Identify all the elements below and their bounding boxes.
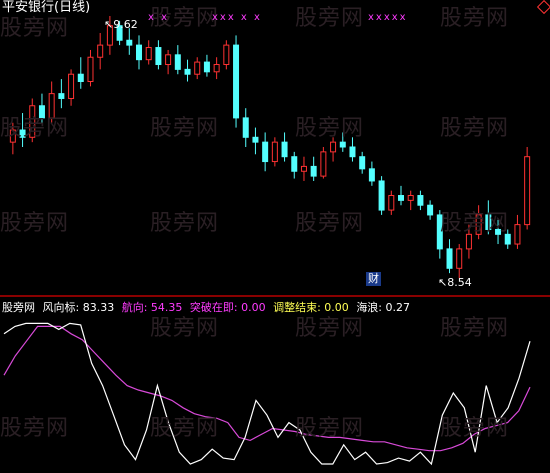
candle-body [242,117,249,138]
finance-icon[interactable]: 财 [366,272,381,286]
candle-body [320,151,327,177]
candlestick-chart [9,16,531,278]
legend-item: 航向: 54.35 [121,301,183,314]
candle-body [281,141,288,158]
candle-body [330,141,337,153]
signal-marks: xxxxx [368,12,408,23]
candle-body [310,165,317,177]
wave-line [3,322,531,466]
candle-body [165,54,172,66]
candle-body [300,165,307,172]
chart-title: 平安银行(日线) [2,0,91,15]
candle-body [87,56,94,82]
candle-body [194,61,201,75]
candle-body [427,204,434,216]
candle-body [524,156,531,226]
candle-body [368,168,375,182]
signal-marks: x x [148,12,170,23]
candle-body [233,44,240,119]
candle-body [436,214,443,250]
candle-body [514,224,521,245]
candle-body [465,233,472,250]
wind-vane-line [3,325,531,452]
legend-item: 股旁网 [2,301,35,314]
candle-body [126,39,133,46]
indicator-pane[interactable] [0,297,550,473]
candle-body [213,64,220,73]
candle-body [38,105,45,119]
candle-body [446,248,453,269]
candle-body [203,61,210,73]
candle-body [407,195,414,201]
candle-body [456,248,463,269]
candle-body [29,105,36,138]
low-price-label: ↖8.54 [438,276,472,289]
legend-item: 风向标: 83.33 [42,301,115,314]
high-price-label: ↖9.62 [104,18,138,31]
signal-marks: xxx x x [212,12,262,23]
candle-body [398,195,404,201]
candle-body [97,44,104,58]
legend-item: 调整结束: 0.00 [273,301,349,314]
candle-body [359,156,366,170]
candle-body [136,44,142,61]
candle-body [184,68,191,75]
price-chart-pane[interactable] [0,0,550,295]
indicator-chart [3,322,531,466]
candle-body [291,156,298,172]
candle-body [262,141,269,163]
arrow-icon: ↖ [104,18,114,31]
candle-body [252,136,259,143]
candle-body [495,228,502,235]
candle-body [77,73,84,82]
candle-body [349,146,356,158]
legend-item: 海浪: 0.27 [356,301,411,314]
arrow-icon: ↖ [438,276,448,289]
candle-body [58,93,65,99]
legend-item: 突破在即: 0.00 [189,301,266,314]
candle-body [19,129,26,138]
candle-body [388,195,395,211]
candle-body [475,214,482,235]
candle-body [339,141,346,148]
candle-body [485,214,492,230]
candle-body [9,129,16,143]
candle-body [68,73,75,99]
candle-body [223,44,230,66]
candle-body [145,47,152,61]
candle-body [48,93,55,119]
indicator-legend: 股旁网 风向标: 83.33 航向: 54.35 突破在即: 0.00 调整结束… [2,300,414,316]
candle-body [174,54,181,70]
candle-body [271,141,278,163]
candle-body [417,195,424,206]
candle-body [378,180,385,211]
candle-body [155,47,162,66]
candle-body [504,233,511,245]
